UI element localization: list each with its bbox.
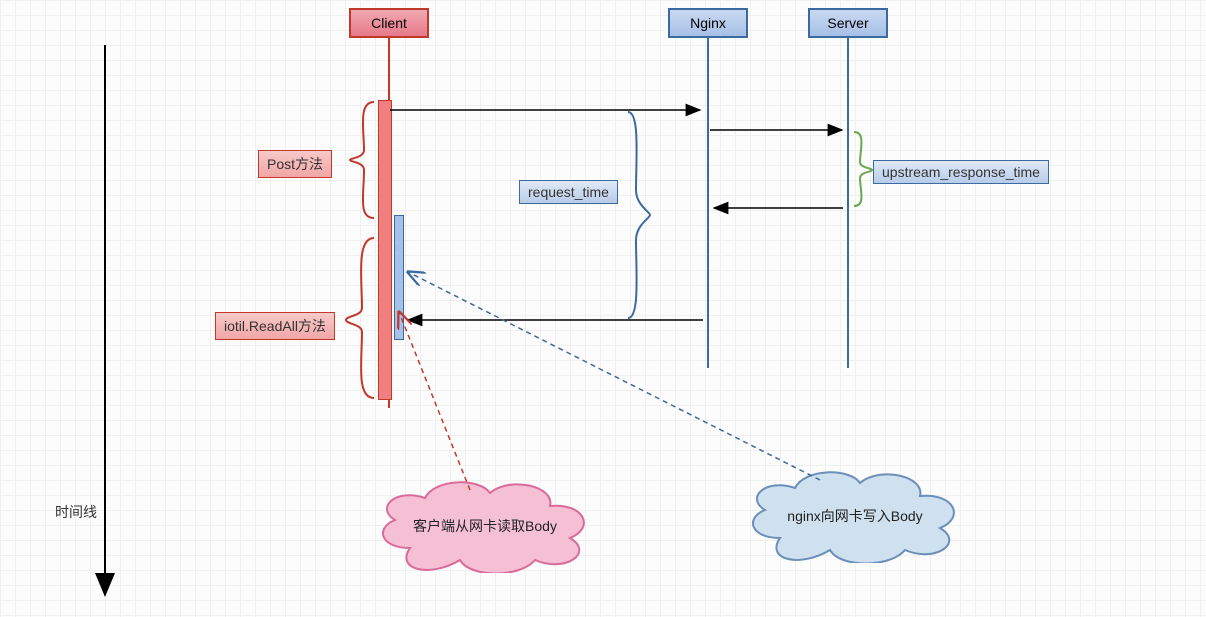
- brace-post-method: [350, 102, 374, 218]
- participant-server: Server: [808, 8, 888, 38]
- callout-line-nginx-write: [408, 272, 820, 480]
- activation-client-read: [394, 215, 404, 340]
- label-request-time: request_time: [519, 180, 618, 204]
- label-upstream-response-time: upstream_response_time: [873, 160, 1049, 184]
- brace-upstream-time: [854, 132, 872, 206]
- lifeline-nginx: [707, 38, 709, 368]
- cloud-client-read-text: 客户端从网卡读取Body: [370, 516, 600, 536]
- callout-line-client-read: [399, 312, 470, 490]
- participant-client: Client: [349, 8, 429, 38]
- activation-client: [378, 100, 392, 400]
- label-post-method: Post方法: [258, 150, 332, 178]
- cloud-nginx-write: nginx向网卡写入Body: [740, 468, 970, 548]
- cloud-nginx-write-text: nginx向网卡写入Body: [740, 506, 970, 526]
- brace-request-time: [628, 112, 650, 318]
- brace-readall-method: [346, 238, 374, 398]
- lifeline-server: [847, 38, 849, 368]
- participant-nginx: Nginx: [668, 8, 748, 38]
- label-readall-method: iotil.ReadAll方法: [215, 312, 335, 340]
- diagram-overlay: [0, 0, 1206, 617]
- label-timeline: 时间线: [55, 502, 97, 522]
- cloud-client-read: 客户端从网卡读取Body: [370, 478, 600, 558]
